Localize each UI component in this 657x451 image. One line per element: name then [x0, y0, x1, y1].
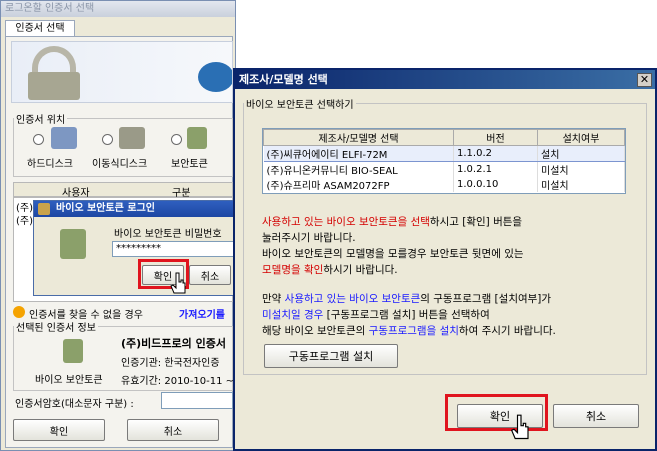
token-password-input[interactable]: *********	[112, 241, 234, 257]
login-title: 바이오 보안토큰 로그인	[34, 201, 236, 217]
highlight-box	[445, 394, 548, 431]
note-text: 하여 주시기 바랍니다.	[458, 325, 556, 337]
device-removable-label: 이동식디스크	[92, 159, 148, 170]
device-hard-disk-label: 하드디스크	[27, 159, 73, 170]
instruction-text: 하시기 바랍니다.	[323, 264, 398, 276]
column-model[interactable]: 제조사/모델명 선택	[263, 129, 454, 146]
login-cancel-button[interactable]: 취소	[189, 265, 231, 285]
hand-cursor-icon	[510, 414, 529, 440]
security-token-icon	[63, 339, 83, 363]
padlock-body	[28, 72, 80, 100]
validity-text: 유효기간: 2010-10-11 ~	[121, 376, 235, 387]
table-row[interactable]: (주)슈프리마 ASAM2072FP 1.0.0.10 미설치	[263, 177, 625, 192]
instruction-line: 바이오 보안토큰의 모델명을 모를경우 보안토큰 뒷면에 있는	[262, 248, 524, 260]
model-cell: (주)씨큐어에이티 ELFI-72M	[263, 145, 454, 162]
version-cell: 1.0.0.10	[453, 177, 538, 192]
selected-legend: 선택된 인증서 정보	[16, 323, 96, 334]
model-cell: (주)슈프리마 ASAM2072FP	[263, 177, 454, 192]
column-version[interactable]: 버전	[453, 129, 538, 146]
cert-password-input[interactable]	[161, 392, 233, 409]
key-icon	[38, 203, 50, 215]
back-cancel-button[interactable]: 취소	[127, 419, 219, 441]
model-table[interactable]: 제조사/모델명 선택 버전 설치여부 (주)씨큐어에이티 ELFI-72M 1.…	[262, 128, 626, 194]
bio-token-login-dialog: 바이오 보안토큰 로그인 바이오 보안토큰 비밀번호 ********* 확인 …	[33, 200, 237, 296]
note-text: [구동프로그램 설치] 버튼을 선택하여	[323, 309, 490, 321]
selected-device-label: 바이오 보안토큰	[35, 375, 103, 386]
table-row[interactable]: (주)유니온커뮤니티 BIO-SEAL 1.0.2.1 미설치	[263, 161, 625, 177]
security-token-icon	[60, 229, 86, 259]
cert-password-label: 인증서암호(대소문자 구분) :	[15, 399, 134, 410]
instruction-line: 눌러주시기 바랍니다.	[262, 232, 356, 244]
info-icon	[13, 306, 25, 318]
token-select-legend: 바이오 보안토큰 선택하기	[246, 100, 354, 111]
location-legend: 인증서 위치	[16, 115, 66, 126]
computer-icon	[51, 127, 77, 149]
logo-icon	[198, 62, 232, 92]
tab-certificate-select[interactable]: 인증서 선택	[5, 20, 75, 37]
banner-image	[11, 41, 233, 103]
certificate-list-header: 사용자 구분	[13, 182, 233, 199]
usb-drive-icon	[119, 127, 145, 149]
selected-cert-name: (주)비드프로의 인증서	[121, 337, 226, 350]
install-driver-button[interactable]: 구동프로그램 설치	[264, 344, 398, 368]
hand-cursor-icon	[170, 272, 186, 294]
instruction-line: 모델명을 확인하시기 바랍니다.	[262, 263, 398, 277]
note-highlight: 미설치일 경우	[262, 309, 324, 321]
list-item[interactable]: (주)	[16, 212, 33, 227]
note-highlight: 사용하고 있는 바이오 보안토큰	[284, 293, 421, 305]
close-icon[interactable]: ✕	[637, 73, 652, 87]
instruction-highlight: 모델명을 확인	[262, 264, 324, 276]
instruction-highlight: 사용하고 있는 바이오 보안토큰을 선택	[262, 216, 430, 228]
model-grid: 제조사/모델명 선택 버전 설치여부 (주)씨큐어에이티 ELFI-72M 1.…	[263, 129, 625, 192]
version-cell: 1.1.0.2	[453, 145, 538, 162]
note-highlight: 구동프로그램을 설치	[368, 325, 459, 337]
model-cell: (주)유니온커뮤니티 BIO-SEAL	[263, 161, 454, 177]
driver-note-line: 만약 사용하고 있는 바이오 보안토큰의 구동프로그램 [설치여부]가	[262, 292, 551, 306]
instruction-line: 사용하고 있는 바이오 보안토큰을 선택하시고 [확인] 버튼을	[262, 215, 522, 229]
instruction-text: 하시고 [확인] 버튼을	[429, 216, 523, 228]
table-row[interactable]: (주)씨큐어에이티 ELFI-72M 1.1.0.2 설치	[263, 145, 625, 162]
token-password-label: 바이오 보안토큰 비밀번호	[114, 229, 222, 240]
security-token-icon	[187, 127, 207, 149]
driver-note-line: 미설치일 경우 [구동프로그램 설치] 버튼을 선택하여	[262, 308, 490, 322]
installed-cell: 미설치	[537, 177, 625, 192]
note-text: 해당 바이오 보안토큰의	[262, 325, 369, 337]
window-title: 로그온할 인증서 선택	[1, 1, 235, 17]
note-text: 만약	[262, 293, 285, 305]
radio-hard-disk[interactable]	[33, 134, 44, 145]
back-ok-button[interactable]: 확인	[13, 419, 105, 441]
column-installed[interactable]: 설치여부	[537, 129, 625, 146]
note-text: 의 구동프로그램 [설치여부]가	[420, 293, 552, 305]
window-title: 제조사/모델명 선택	[235, 70, 655, 89]
cancel-button[interactable]: 취소	[553, 404, 639, 428]
installed-cell: 미설치	[537, 161, 625, 177]
installed-cell: 설치	[537, 145, 625, 162]
device-token-label: 보안토큰	[171, 159, 208, 170]
issuer-text: 인증기관: 한국전자인증	[121, 358, 220, 369]
driver-note-line: 해당 바이오 보안토큰의 구동프로그램을 설치하여 주시기 바랍니다.	[262, 324, 556, 338]
radio-removable-disk[interactable]	[102, 134, 113, 145]
version-cell: 1.0.2.1	[453, 161, 538, 177]
radio-security-token[interactable]	[171, 134, 182, 145]
